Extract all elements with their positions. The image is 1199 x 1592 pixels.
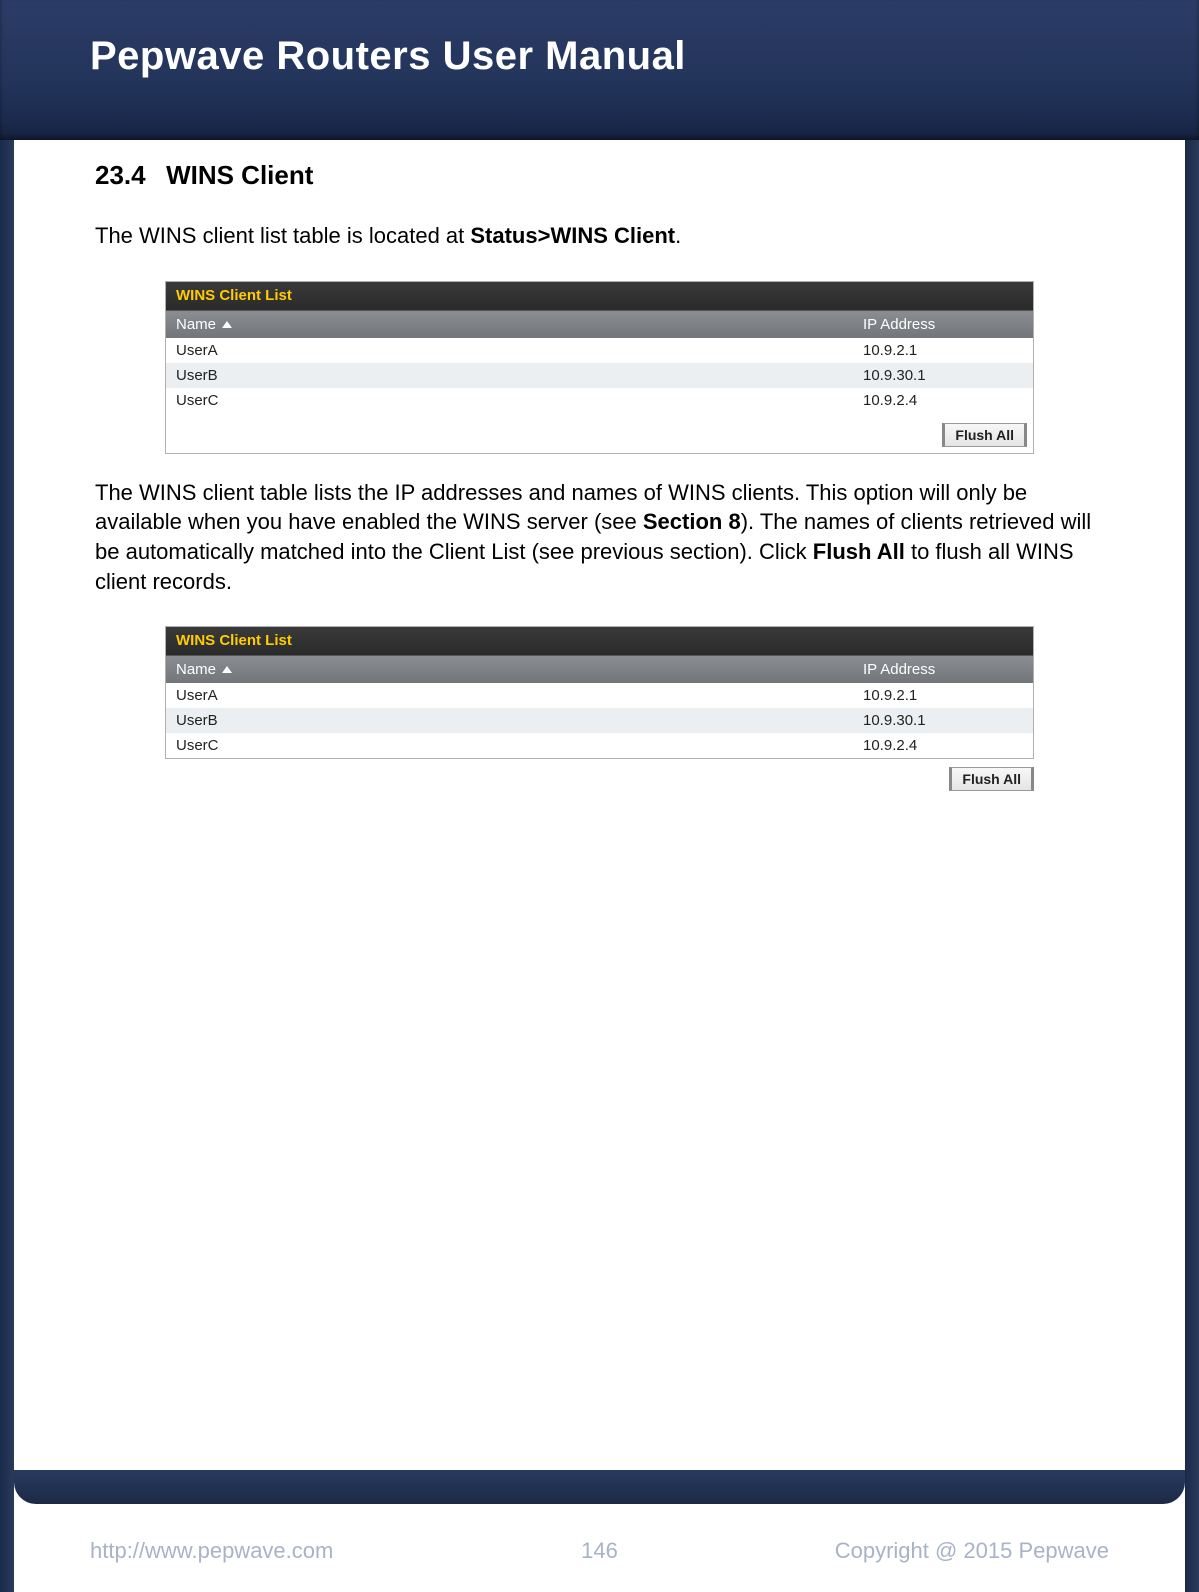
table-row: UserB 10.9.30.1 bbox=[166, 363, 1033, 388]
page-border-right bbox=[1185, 0, 1199, 1592]
section-heading: 23.4 WINS Client bbox=[95, 160, 1104, 191]
table-title: WINS Client List bbox=[176, 632, 292, 649]
table-header-row: Name IP Address bbox=[166, 656, 1033, 683]
section-number: 23.4 bbox=[95, 160, 146, 191]
cell-ip: 10.9.2.4 bbox=[853, 733, 1033, 758]
table-footer-outer: Flush All bbox=[165, 767, 1034, 791]
cell-name: UserA bbox=[166, 683, 853, 708]
description-paragraph: The WINS client table lists the IP addre… bbox=[95, 478, 1104, 597]
cell-name: UserB bbox=[166, 363, 853, 388]
wins-client-table-2: WINS Client List Name IP Address UserA 1… bbox=[165, 626, 1034, 759]
sort-ascending-icon bbox=[222, 321, 232, 328]
sort-ascending-icon bbox=[222, 666, 232, 673]
intro-paragraph: The WINS client list table is located at… bbox=[95, 221, 1104, 251]
table-title: WINS Client List bbox=[176, 287, 292, 304]
cell-ip: 10.9.30.1 bbox=[853, 708, 1033, 733]
column-header-name[interactable]: Name bbox=[166, 656, 853, 683]
cell-name: UserC bbox=[166, 733, 853, 758]
footer-text-row: http://www.pepwave.com 146 Copyright @ 2… bbox=[90, 1538, 1109, 1564]
table-title-bar: WINS Client List bbox=[166, 627, 1033, 656]
column-header-ip[interactable]: IP Address bbox=[853, 311, 1033, 338]
column-header-name[interactable]: Name bbox=[166, 311, 853, 338]
intro-text-before: The WINS client list table is located at bbox=[95, 223, 470, 248]
footer-page-number: 146 bbox=[581, 1538, 618, 1564]
header-band: Pepwave Routers User Manual bbox=[0, 0, 1199, 140]
para2-b1: Section 8 bbox=[643, 509, 741, 534]
flush-all-button[interactable]: Flush All bbox=[949, 767, 1034, 791]
intro-bold: Status>WINS Client bbox=[470, 223, 675, 248]
cell-ip: 10.9.2.1 bbox=[853, 338, 1033, 363]
table-row: UserC 10.9.2.4 bbox=[166, 388, 1033, 413]
section-title: WINS Client bbox=[166, 160, 313, 190]
intro-text-after: . bbox=[675, 223, 681, 248]
flush-all-button[interactable]: Flush All bbox=[942, 423, 1027, 447]
footer-url: http://www.pepwave.com bbox=[90, 1538, 333, 1564]
cell-name: UserB bbox=[166, 708, 853, 733]
table-row: UserB 10.9.30.1 bbox=[166, 708, 1033, 733]
content-area: 23.4 WINS Client The WINS client list ta… bbox=[95, 160, 1104, 791]
table-row: UserA 10.9.2.1 bbox=[166, 338, 1033, 363]
table-title-bar: WINS Client List bbox=[166, 282, 1033, 311]
page-border-left bbox=[0, 0, 14, 1592]
para2-b2: Flush All bbox=[813, 539, 905, 564]
cell-ip: 10.9.2.4 bbox=[853, 388, 1033, 413]
column-header-name-label: Name bbox=[176, 316, 216, 333]
footer-cap bbox=[14, 1470, 1185, 1504]
cell-name: UserC bbox=[166, 388, 853, 413]
cell-ip: 10.9.30.1 bbox=[853, 363, 1033, 388]
column-header-ip[interactable]: IP Address bbox=[853, 656, 1033, 683]
document-title: Pepwave Routers User Manual bbox=[90, 34, 686, 79]
table-footer: Flush All bbox=[166, 413, 1033, 453]
table-header-row: Name IP Address bbox=[166, 311, 1033, 338]
footer-copyright: Copyright @ 2015 Pepwave bbox=[835, 1538, 1109, 1564]
page-footer: http://www.pepwave.com 146 Copyright @ 2… bbox=[0, 1482, 1199, 1592]
cell-name: UserA bbox=[166, 338, 853, 363]
table-row: UserA 10.9.2.1 bbox=[166, 683, 1033, 708]
column-header-name-label: Name bbox=[176, 661, 216, 678]
table-row: UserC 10.9.2.4 bbox=[166, 733, 1033, 758]
cell-ip: 10.9.2.1 bbox=[853, 683, 1033, 708]
wins-client-table-1: WINS Client List Name IP Address UserA 1… bbox=[165, 281, 1034, 454]
wins-client-block-2: WINS Client List Name IP Address UserA 1… bbox=[95, 626, 1104, 791]
